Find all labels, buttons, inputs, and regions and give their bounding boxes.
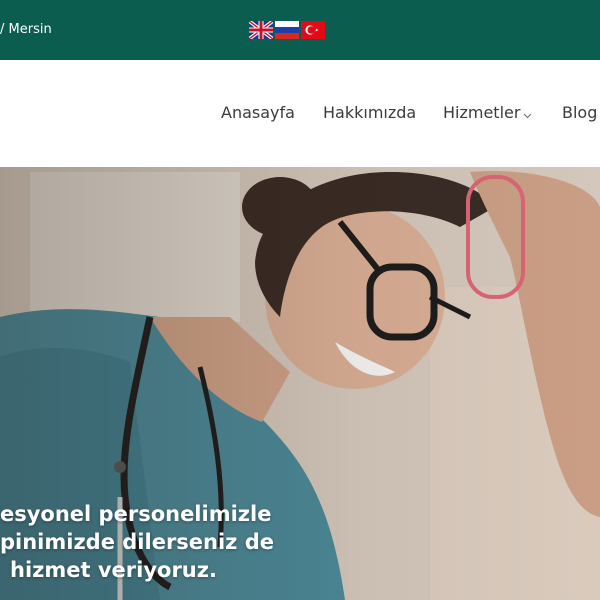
language-switcher [249,21,325,39]
hero-line-1: esyonel personelimizle [0,502,272,526]
turkey-flag-icon[interactable] [301,21,325,39]
uk-flag-icon[interactable] [249,21,273,39]
main-navigation: Anasayfa Hakkımızda Hizmetler Blog [0,60,600,167]
chevron-down-icon [523,104,532,124]
hero-banner: esyonel personelimizle pinimizde dilerse… [0,167,600,600]
top-bar: / Mersin [0,0,600,60]
nav-item-blog[interactable]: Blog [562,103,597,123]
nav-item-hizmetler[interactable]: Hizmetler [443,103,532,124]
hero-line-3: hizmet veriyoruz. [10,558,217,582]
location-text: / Mersin [0,22,52,37]
hero-line-2: pinimizde dilerseniz de [0,530,274,554]
nav-item-anasayfa[interactable]: Anasayfa [221,103,295,123]
nav-item-hakkimizda[interactable]: Hakkımızda [323,103,416,123]
russia-flag-icon[interactable] [275,21,299,39]
nav-item-label: Hizmetler [443,103,521,122]
hero-heading: esyonel personelimizle pinimizde dilerse… [0,500,600,584]
